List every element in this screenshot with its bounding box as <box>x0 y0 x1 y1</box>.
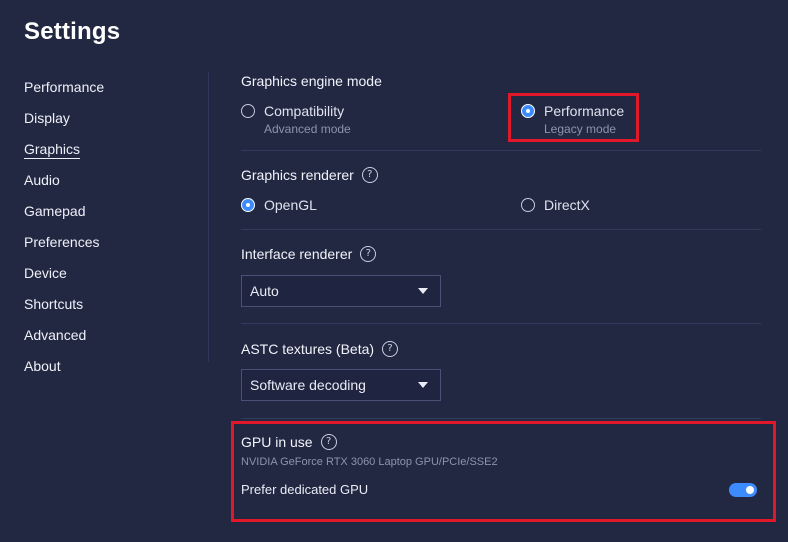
sidebar-item-audio[interactable]: Audio <box>24 171 194 202</box>
page-title: Settings <box>24 18 121 45</box>
section-title-text: ASTC textures (Beta) <box>241 341 375 357</box>
radio-label: Performance <box>544 103 625 119</box>
radio-button-icon[interactable] <box>521 198 535 212</box>
radio-label: Compatibility <box>264 103 345 119</box>
help-icon[interactable]: ? <box>320 434 337 450</box>
radio-sublabel: Advanced mode <box>264 122 351 136</box>
sidebar-item-label: Performance <box>24 79 105 95</box>
sidebar-item-shortcuts[interactable]: Shortcuts <box>24 295 194 326</box>
radio-button-icon[interactable] <box>241 104 255 118</box>
graphics-engine-mode-title: Graphics engine mode <box>241 73 382 89</box>
chevron-down-icon <box>418 382 428 388</box>
gpu-in-use-title: GPU in use ? <box>241 434 337 450</box>
radio-button-selected-icon[interactable] <box>521 104 535 118</box>
sidebar-item-label: Preferences <box>24 234 100 250</box>
prefer-dedicated-gpu-toggle[interactable] <box>729 483 757 497</box>
radio-compatibility[interactable]: Compatibility Advanced mode <box>241 102 351 137</box>
interface-renderer-title: Interface renderer ? <box>241 246 377 262</box>
sidebar-item-label: Shortcuts <box>24 296 84 312</box>
toggle-knob <box>746 486 754 494</box>
sidebar-item-label: Device <box>24 265 67 281</box>
radio-directx[interactable]: DirectX <box>521 196 590 214</box>
sidebar-divider <box>208 72 209 362</box>
radio-performance[interactable]: Performance Legacy mode <box>521 102 624 137</box>
sidebar-item-advanced[interactable]: Advanced <box>24 326 194 357</box>
prefer-dedicated-gpu-label: Prefer dedicated GPU <box>241 482 369 497</box>
select-value: Auto <box>250 283 279 299</box>
section-divider <box>241 150 761 151</box>
sidebar-item-preferences[interactable]: Preferences <box>24 233 194 264</box>
sidebar-item-label: About <box>24 358 61 374</box>
section-title-text: Graphics renderer <box>241 167 354 183</box>
radio-sublabel: Legacy mode <box>544 122 617 136</box>
section-divider <box>241 323 761 324</box>
sidebar-item-label: Gamepad <box>24 203 86 219</box>
sidebar-item-gamepad[interactable]: Gamepad <box>24 202 194 233</box>
section-title-text: Graphics engine mode <box>241 73 382 89</box>
help-icon[interactable]: ? <box>382 341 399 357</box>
radio-label: DirectX <box>544 197 590 213</box>
graphics-renderer-title: Graphics renderer ? <box>241 167 378 183</box>
section-divider <box>241 418 761 419</box>
astc-textures-select[interactable]: Software decoding <box>241 369 441 401</box>
astc-textures-title: ASTC textures (Beta) ? <box>241 341 399 357</box>
sidebar-item-label: Graphics <box>24 141 81 159</box>
sidebar-item-label: Audio <box>24 172 60 188</box>
help-icon[interactable]: ? <box>361 167 378 183</box>
gpu-name: NVIDIA GeForce RTX 3060 Laptop GPU/PCIe/… <box>241 456 498 468</box>
settings-sidebar: Performance Display Graphics Audio Gamep… <box>24 78 194 388</box>
sidebar-item-about[interactable]: About <box>24 357 194 388</box>
help-icon[interactable]: ? <box>360 246 377 262</box>
section-title-text: GPU in use <box>241 434 313 450</box>
chevron-down-icon <box>418 288 428 294</box>
radio-label: OpenGL <box>264 197 317 213</box>
sidebar-item-display[interactable]: Display <box>24 109 194 140</box>
sidebar-item-graphics[interactable]: Graphics <box>24 140 194 171</box>
interface-renderer-select[interactable]: Auto <box>241 275 441 307</box>
section-title-text: Interface renderer <box>241 246 353 262</box>
radio-opengl[interactable]: OpenGL <box>241 196 317 214</box>
radio-button-selected-icon[interactable] <box>241 198 255 212</box>
section-divider <box>241 229 761 230</box>
sidebar-item-device[interactable]: Device <box>24 264 194 295</box>
select-value: Software decoding <box>250 377 366 393</box>
sidebar-item-label: Advanced <box>24 327 87 343</box>
sidebar-item-performance[interactable]: Performance <box>24 78 194 109</box>
sidebar-item-label: Display <box>24 110 70 126</box>
